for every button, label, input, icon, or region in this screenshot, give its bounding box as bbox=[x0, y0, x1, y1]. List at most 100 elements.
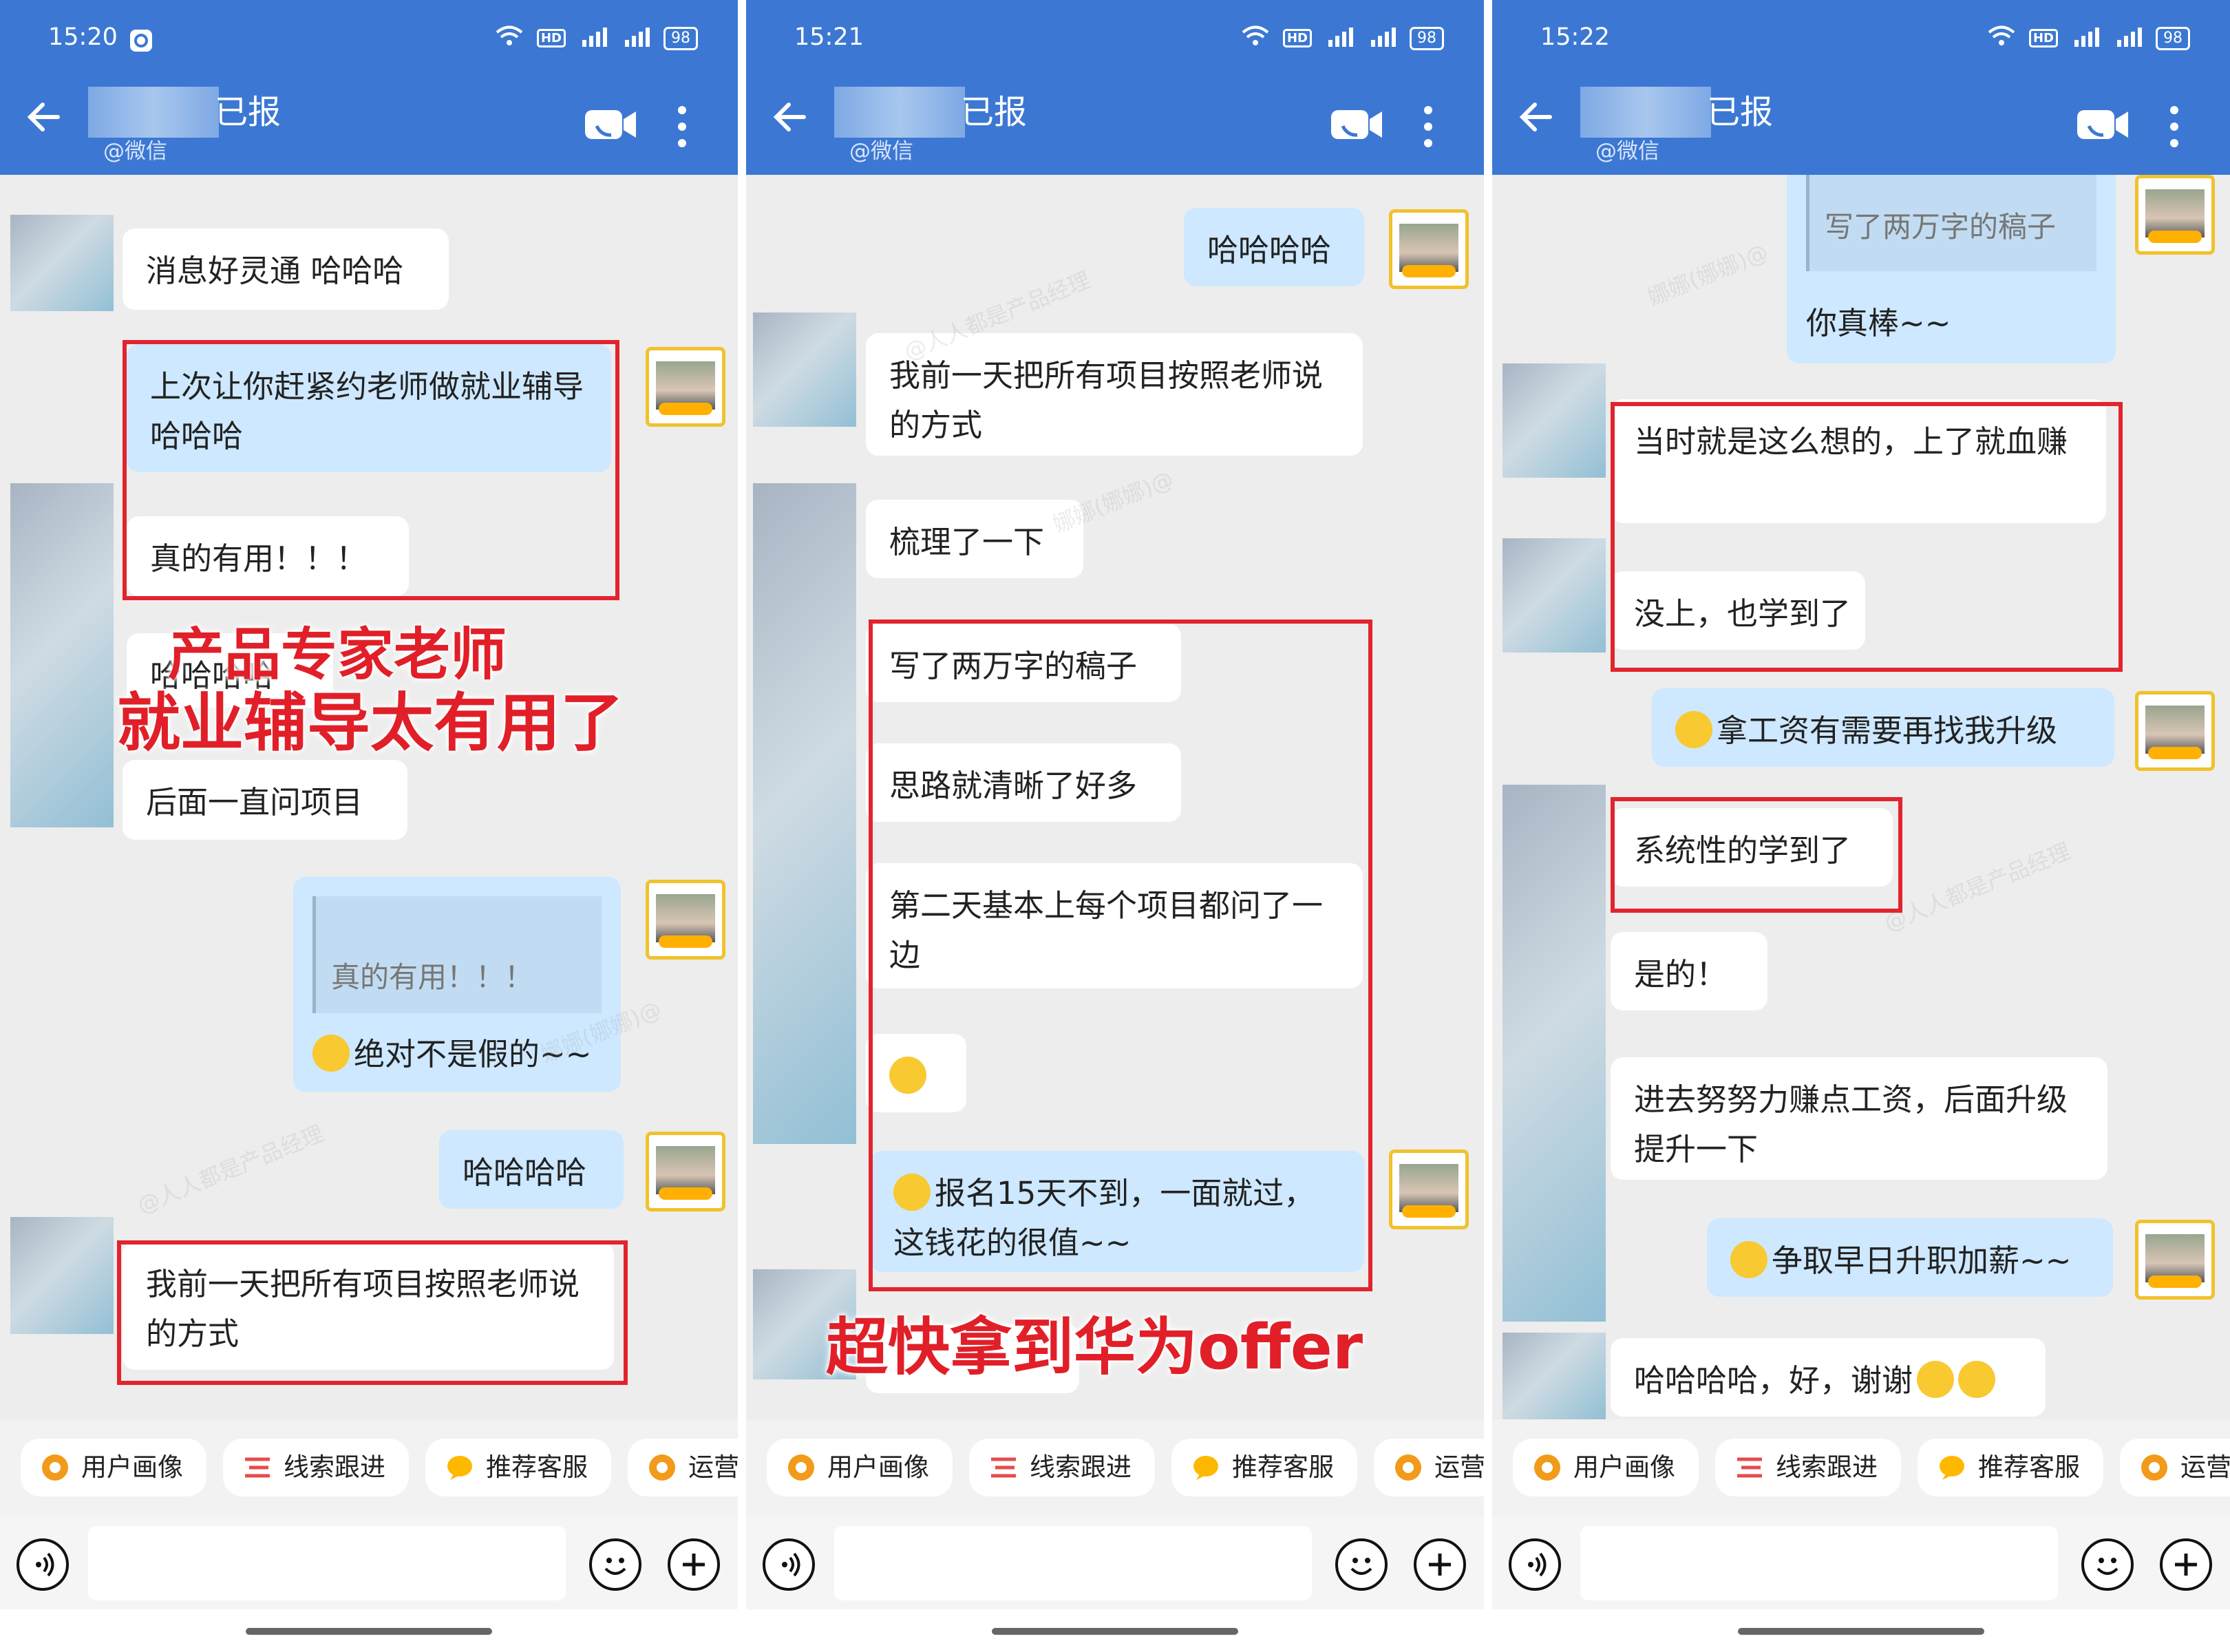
lead-followup-chip[interactable]: 线索跟进 bbox=[1715, 1439, 1901, 1496]
quoted-message: 写了两万字的稿子 bbox=[1806, 175, 2096, 271]
emoji-button[interactable] bbox=[589, 1538, 641, 1591]
operation-chip[interactable]: 运营 bbox=[1374, 1439, 1484, 1496]
signal-icon bbox=[578, 25, 608, 52]
user-profile-chip[interactable]: 用户画像 bbox=[767, 1439, 953, 1496]
chip-label: 线索跟进 bbox=[284, 1452, 385, 1482]
back-arrow-icon[interactable] bbox=[769, 95, 814, 139]
message-bubble: 进去努努力赚点工资，后面升级提升一下 bbox=[1611, 1057, 2107, 1180]
add-button[interactable] bbox=[668, 1538, 720, 1591]
quick-action-bar: 用户画像 线索跟进 推荐客服 运营 bbox=[746, 1419, 1484, 1516]
status-icons: HD 98 bbox=[494, 25, 698, 52]
quick-action-bar: 用户画像 线索跟进 推荐客服 运营 bbox=[0, 1419, 738, 1516]
voice-button[interactable] bbox=[1509, 1538, 1561, 1591]
user-profile-chip[interactable]: 用户画像 bbox=[1513, 1439, 1699, 1496]
more-options-icon[interactable] bbox=[1422, 103, 1434, 150]
watermark: @人人都是产品经理 bbox=[134, 1120, 328, 1219]
signal-icon bbox=[2070, 25, 2101, 52]
home-indicator[interactable] bbox=[992, 1628, 1238, 1635]
video-call-icon[interactable] bbox=[2077, 107, 2130, 142]
pixelated-avatar bbox=[753, 483, 856, 1144]
pixelated-name bbox=[88, 87, 219, 138]
service-icon bbox=[447, 1456, 472, 1480]
more-options-icon[interactable] bbox=[676, 103, 688, 150]
voice-icon bbox=[36, 1552, 54, 1577]
message-bubble: 拿工资有需要再找我升级 bbox=[1652, 688, 2114, 767]
operation-chip[interactable]: 运营 bbox=[2120, 1439, 2230, 1496]
chat-title: 已报 bbox=[961, 93, 1028, 131]
home-indicator[interactable] bbox=[246, 1628, 492, 1635]
back-arrow-icon[interactable] bbox=[23, 95, 67, 139]
chip-label: 推荐客服 bbox=[1978, 1452, 2080, 1482]
recommend-service-chip[interactable]: 推荐客服 bbox=[1171, 1439, 1357, 1496]
recommend-service-chip[interactable]: 推荐客服 bbox=[425, 1439, 611, 1496]
chip-label: 用户画像 bbox=[1573, 1452, 1675, 1482]
add-button[interactable] bbox=[2160, 1538, 2212, 1591]
chip-label: 运营 bbox=[2180, 1452, 2230, 1482]
message-bubble: 哈哈哈哈 bbox=[1184, 208, 1364, 286]
chat-area: 哈哈哈哈 我前一天把所有项目按照老师说的方式 梳理了一下 写了两万字的稿子 思路… bbox=[746, 175, 1484, 1419]
highlight-box bbox=[869, 620, 1372, 1291]
message-bubble: 后面一直问项目 bbox=[123, 760, 407, 840]
highlight-box bbox=[117, 1240, 628, 1385]
chat-area: 消息好灵通 哈哈哈 上次让你赶紧约老师做就业辅导哈哈哈 真的有用！！！ 哈哈哈哈… bbox=[0, 175, 738, 1419]
battery-indicator: 98 bbox=[2156, 26, 2190, 50]
message-bubble: 争取早日升职加薪~~ bbox=[1707, 1218, 2113, 1297]
user-profile-icon bbox=[788, 1454, 814, 1481]
user-profile-chip[interactable]: 用户画像 bbox=[21, 1439, 206, 1496]
message-input[interactable] bbox=[1580, 1526, 2058, 1600]
more-options-icon[interactable] bbox=[2168, 103, 2180, 150]
quoted-text: 写了两万字的稿子 bbox=[1825, 210, 2057, 244]
grin-emoji-icon bbox=[1730, 1241, 1767, 1278]
thinking-emoji-icon bbox=[312, 1035, 350, 1072]
thinking-emoji-icon bbox=[1675, 711, 1712, 748]
chip-label: 线索跟进 bbox=[1030, 1452, 1132, 1482]
message-bubble: 是的！ bbox=[1611, 932, 1767, 1010]
quoted-text: 真的有用！！！ bbox=[331, 960, 534, 994]
chip-label: 用户画像 bbox=[81, 1452, 183, 1482]
user-profile-icon bbox=[1534, 1454, 1560, 1481]
message-bubble: 真的有用！！！ 绝对不是假的~~ bbox=[293, 877, 621, 1092]
recommend-service-chip[interactable]: 推荐客服 bbox=[1918, 1439, 2103, 1496]
home-indicator-area bbox=[746, 1609, 1484, 1652]
wifi-icon bbox=[1240, 25, 1271, 52]
home-indicator[interactable] bbox=[1738, 1628, 1984, 1635]
emoji-button[interactable] bbox=[1335, 1538, 1388, 1591]
sender-avatar bbox=[646, 347, 725, 427]
app-status-icon bbox=[130, 30, 152, 52]
plus-icon bbox=[1429, 1554, 1451, 1576]
voice-button[interactable] bbox=[17, 1538, 69, 1591]
message-input[interactable] bbox=[88, 1526, 566, 1600]
input-bar bbox=[746, 1516, 1484, 1609]
back-arrow-icon[interactable] bbox=[1516, 95, 1560, 139]
chat-panel-2: 15:21 HD 98 已报 @微信 哈哈哈哈 我前一天把所有项目按照老师说的方… bbox=[746, 0, 1484, 1652]
lead-followup-chip[interactable]: 线索跟进 bbox=[223, 1439, 409, 1496]
chat-title: 已报 bbox=[215, 93, 282, 131]
wifi-icon bbox=[1986, 25, 2017, 52]
wifi-icon bbox=[494, 25, 524, 52]
emoji-button[interactable] bbox=[2081, 1538, 2134, 1591]
chip-label: 推荐客服 bbox=[486, 1452, 588, 1482]
quoted-message: 真的有用！！！ bbox=[312, 896, 602, 1013]
chip-label: 推荐客服 bbox=[1232, 1452, 1334, 1482]
operation-icon bbox=[649, 1454, 675, 1481]
operation-chip[interactable]: 运营 bbox=[628, 1439, 738, 1496]
chat-subtitle: @微信 bbox=[1595, 139, 1659, 164]
lead-followup-chip[interactable]: 线索跟进 bbox=[969, 1439, 1155, 1496]
chat-header: 15:22 HD 98 已报 @微信 bbox=[1492, 0, 2230, 175]
sender-avatar bbox=[2135, 175, 2215, 255]
add-button[interactable] bbox=[1414, 1538, 1466, 1591]
signal-icon bbox=[2113, 25, 2143, 52]
chat-subtitle: @微信 bbox=[103, 139, 167, 164]
video-call-icon[interactable] bbox=[584, 107, 638, 142]
chip-label: 运营 bbox=[1434, 1452, 1484, 1482]
status-time: 15:21 bbox=[794, 23, 864, 51]
grin-emoji-icon bbox=[1917, 1361, 1955, 1398]
chat-header: 15:21 HD 98 已报 @微信 bbox=[746, 0, 1484, 175]
overlay-caption-2: 就业辅导太有用了 bbox=[117, 686, 624, 760]
signal-icon bbox=[621, 25, 651, 52]
video-call-icon[interactable] bbox=[1330, 107, 1384, 142]
signal-icon bbox=[1367, 25, 1397, 52]
message-input[interactable] bbox=[834, 1526, 1312, 1600]
voice-button[interactable] bbox=[763, 1538, 815, 1591]
message-text: 拿工资有需要再找我升级 bbox=[1717, 712, 2058, 749]
